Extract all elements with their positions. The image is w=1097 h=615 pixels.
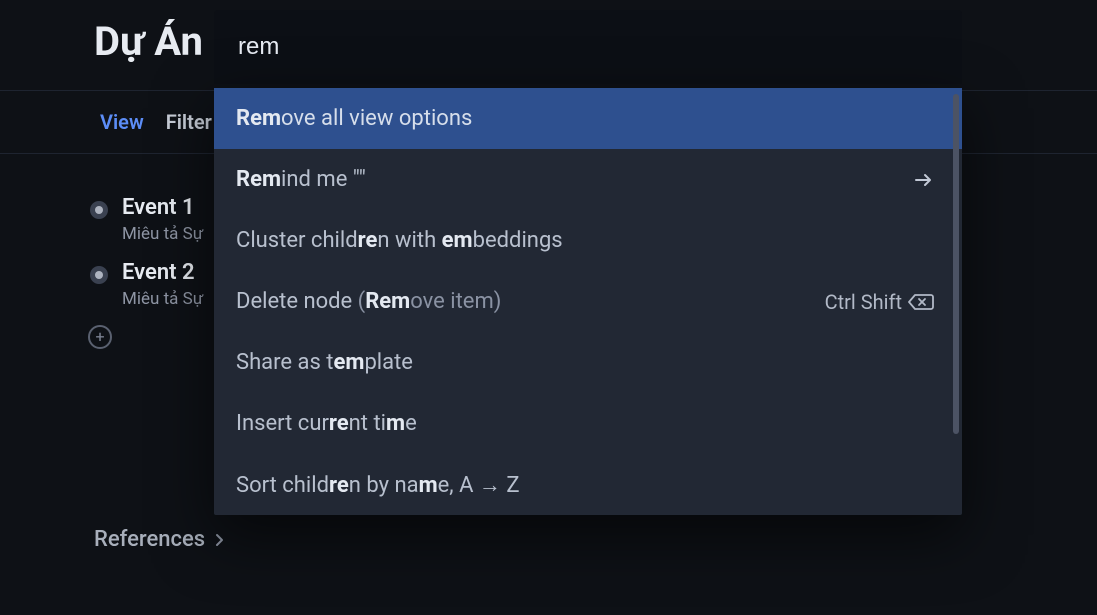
event-title[interactable]: Event 2 xyxy=(122,260,203,285)
tab-view[interactable]: View xyxy=(100,110,144,134)
command-palette: Remove all view options Remind me "" Clust… xyxy=(214,10,962,515)
command-palette-shortcut: Ctrl Shift xyxy=(825,290,934,314)
tab-filter[interactable]: Filter xyxy=(166,110,212,134)
command-palette-item-label: Insert current time xyxy=(236,411,417,436)
command-palette-item[interactable]: Share as template xyxy=(214,332,962,393)
plus-icon: + xyxy=(95,329,104,345)
references-label: References xyxy=(94,527,205,552)
command-palette-item[interactable]: Remind me "" xyxy=(214,149,962,210)
bullet-icon[interactable] xyxy=(90,266,108,284)
command-palette-item[interactable]: Cluster children with embeddings xyxy=(214,210,962,271)
chevron-right-icon xyxy=(215,533,225,547)
command-palette-item[interactable]: Sort children by name, A → Z xyxy=(214,454,962,515)
references-row[interactable]: References xyxy=(94,527,225,552)
command-palette-item-label: Remove all view options xyxy=(236,106,472,131)
command-palette-input[interactable] xyxy=(238,33,938,61)
event-desc: Miêu tả Sự xyxy=(122,289,203,309)
bullet-icon[interactable] xyxy=(90,201,108,219)
command-palette-results: Remove all view options Remind me "" Clust… xyxy=(214,88,962,515)
add-button[interactable]: + xyxy=(88,325,112,349)
command-palette-item[interactable]: Delete node (Remove item) Ctrl Shift xyxy=(214,271,962,332)
scrollbar[interactable] xyxy=(953,94,959,434)
event-title[interactable]: Event 1 xyxy=(122,195,203,220)
command-palette-item[interactable]: Insert current time xyxy=(214,393,962,454)
command-palette-input-row xyxy=(214,10,962,84)
command-palette-item-label: Remind me "" xyxy=(236,167,366,192)
command-palette-item-label: Sort children by name, A → Z xyxy=(236,472,520,498)
backspace-icon xyxy=(908,293,934,311)
event-desc: Miêu tả Sự xyxy=(122,224,203,244)
page-title: Dự Án xyxy=(94,18,203,65)
command-palette-item-label: Share as template xyxy=(236,350,413,375)
command-palette-item-label: Cluster children with embeddings xyxy=(236,228,563,253)
command-palette-item-label: Delete node (Remove item) xyxy=(236,289,501,314)
arrow-right-icon xyxy=(914,172,934,188)
command-palette-item[interactable]: Remove all view options xyxy=(214,88,962,149)
